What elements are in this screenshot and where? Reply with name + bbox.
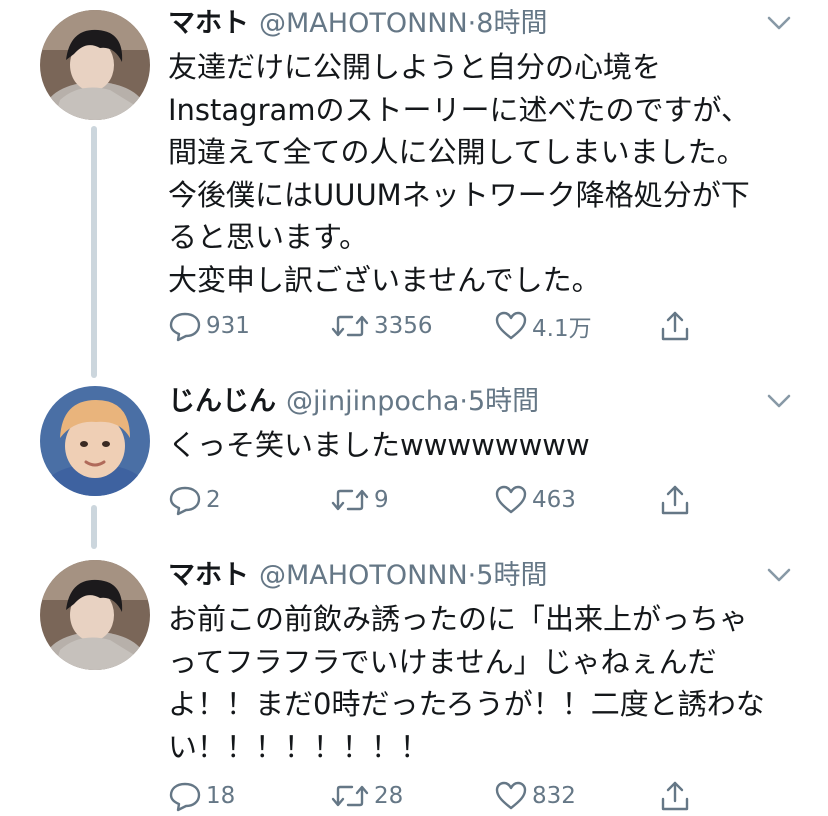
heart-icon: [495, 781, 527, 810]
display-name[interactable]: じんじん: [168, 386, 276, 417]
user-avatar-dark-hair-icon: [40, 560, 150, 670]
retweet-count: 3356: [374, 313, 433, 339]
tweet-header: マホト @MAHOTONNN·8時間: [168, 2, 547, 46]
tweet-actions: 2 9 463: [168, 480, 728, 520]
like-count: 4.1万: [532, 316, 592, 342]
share-icon: [661, 485, 689, 515]
like-count: 463: [532, 487, 576, 513]
tweet-header: マホト @MAHOTONNN·5時間: [168, 554, 547, 598]
tweet[interactable]: マホト @MAHOTONNN·8時間 友達だけに公開しようと自分の心境を Inst…: [0, 0, 828, 370]
tweet-text-line: 間違えて全ての人に公開してしまいました。: [168, 135, 746, 169]
retweet-icon: [331, 315, 369, 337]
tweet-text-line: 友達だけに公開しようと自分の心境を: [168, 50, 662, 84]
retweet-icon: [331, 785, 369, 807]
tweet-text-line: ると思います。: [168, 220, 369, 254]
user-avatar-dark-hair-icon: [40, 10, 150, 120]
user-handle[interactable]: @jinjinpocha: [286, 386, 459, 417]
tweet[interactable]: じんじん @jinjinpocha·5時間 くっそ笑いましたwwwwwwww 2 …: [0, 378, 828, 528]
tweet-text-line: 大変申し訳ございませんでした。: [168, 262, 601, 297]
separator-dot: ·: [459, 386, 468, 417]
reply-count: 931: [206, 313, 250, 339]
like-button[interactable]: 463: [494, 480, 576, 520]
heart-icon: [495, 485, 527, 514]
retweet-button[interactable]: 28: [330, 776, 403, 816]
user-handle[interactable]: @MAHOTONNN: [259, 8, 468, 39]
display-name[interactable]: マホト: [168, 560, 249, 591]
display-name[interactable]: マホト: [168, 8, 249, 39]
share-button[interactable]: [658, 480, 692, 520]
tweet-text: お前この前飲み誘ったのに「出来上がっちゃ ってフラフラでいけません」じゃねぇんだ…: [168, 598, 808, 768]
timestamp[interactable]: 5時間: [468, 386, 539, 417]
like-button[interactable]: 4.1万: [494, 306, 592, 346]
tweet-header: じんじん @jinjinpocha·5時間: [168, 380, 539, 424]
retweet-button[interactable]: 3356: [330, 306, 433, 346]
timestamp[interactable]: 8時間: [476, 8, 547, 39]
like-count: 832: [532, 783, 576, 809]
reply-button[interactable]: 2: [168, 480, 221, 520]
chevron-down-icon[interactable]: [766, 392, 792, 410]
tweet-text-line: よ！！まだ0時だったろうが！！二度と誘わな: [168, 687, 765, 721]
reply-icon: [169, 782, 201, 812]
chevron-down-icon[interactable]: [766, 14, 792, 32]
reply-icon: [169, 486, 201, 516]
tweet-text: 友達だけに公開しようと自分の心境を Instagramのストーリーに述べたのです…: [168, 46, 808, 301]
tweet-text-line: い！！！！！！！！: [168, 729, 430, 764]
separator-dot: ·: [467, 560, 477, 591]
retweet-icon: [331, 489, 369, 511]
tweet-text-line: 今後僕にはUUUMネットワーク降格処分が下: [168, 177, 750, 212]
retweet-button[interactable]: 9: [330, 480, 389, 520]
avatar[interactable]: [40, 386, 150, 496]
avatar[interactable]: [40, 10, 150, 120]
share-icon: [661, 311, 689, 341]
separator-dot: ·: [467, 8, 477, 39]
heart-icon: [495, 311, 527, 340]
tweet-actions: 931 3356 4.1万: [168, 306, 728, 346]
tweet[interactable]: マホト @MAHOTONNN·5時間 お前この前飲み誘ったのに「出来上がっちゃ っ…: [0, 552, 828, 816]
share-icon: [661, 781, 689, 811]
share-button[interactable]: [658, 306, 692, 346]
tweet-text-line: お前この前飲み誘ったのに「出来上がっちゃ: [168, 602, 749, 636]
reply-icon: [169, 312, 201, 342]
share-button[interactable]: [658, 776, 692, 816]
avatar[interactable]: [40, 560, 150, 670]
reply-button[interactable]: 18: [168, 776, 235, 816]
reply-count: 18: [206, 783, 236, 809]
tweet-text: くっそ笑いましたwwwwwwww: [168, 424, 808, 467]
reply-button[interactable]: 931: [168, 306, 250, 346]
tweet-text-line: Instagramのストーリーに述べたのですが、: [168, 92, 750, 127]
user-handle[interactable]: @MAHOTONNN: [259, 560, 468, 591]
tweet-text-line: ってフラフラでいけません」じゃねぇんだ: [168, 644, 717, 679]
tweet-actions: 18 28 832: [168, 776, 728, 816]
like-button[interactable]: 832: [494, 776, 576, 816]
retweet-count: 28: [374, 783, 404, 809]
retweet-count: 9: [374, 487, 389, 513]
chevron-down-icon[interactable]: [766, 566, 792, 584]
reply-count: 2: [206, 487, 221, 513]
user-avatar-blond-hair-icon: [40, 386, 150, 496]
timestamp[interactable]: 5時間: [476, 560, 547, 591]
tweet-text-line: くっそ笑いましたwwwwwwww: [168, 428, 590, 462]
